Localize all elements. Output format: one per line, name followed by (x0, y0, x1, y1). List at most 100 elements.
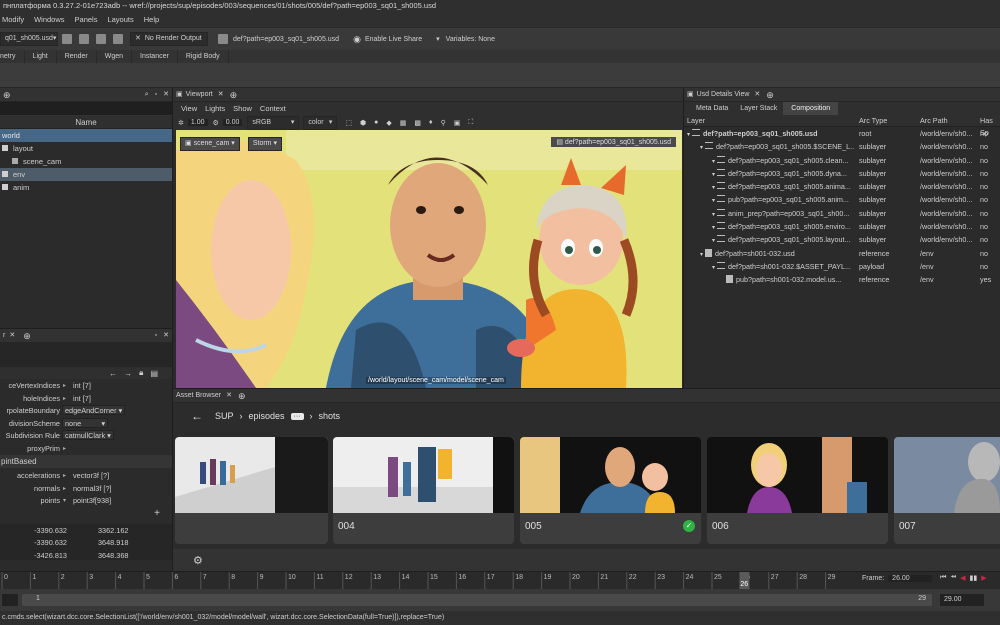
column-layer[interactable]: Layer (687, 115, 705, 127)
close-icon[interactable]: ✕ (226, 389, 232, 403)
shaded-icon[interactable]: ⬢ (360, 119, 366, 127)
new-file-icon[interactable] (62, 34, 72, 44)
column-arc-type[interactable]: Arc Type (859, 115, 887, 127)
attr-row[interactable]: rpolateBoundary edgeAndCorner ▾ (0, 405, 172, 418)
outliner-item-env[interactable]: env (0, 168, 172, 181)
snapshot-icon[interactable]: ▣ (454, 119, 461, 127)
close-icon[interactable]: ✕ (218, 88, 224, 102)
composition-row[interactable]: ▾ def?path=ep003_sq01_sh005.dyna... sublay… (684, 167, 1000, 180)
current-layer-label[interactable]: def?path=ep003_sq01_sh005.usd (233, 36, 339, 43)
composition-row[interactable]: ▾ def?path=ep003_sq01_sh005.anima... subla… (684, 180, 1000, 193)
outliner-column-name[interactable]: Name (0, 116, 172, 129)
add-panel-icon[interactable]: ⊕ (766, 88, 774, 102)
interpolate-boundary-dropdown[interactable]: edgeAndCorner ▾ (62, 405, 126, 415)
close-panel-icon[interactable]: ✕ (163, 329, 169, 343)
outliner-item-anim[interactable]: anim (0, 181, 172, 194)
menu-panels[interactable]: Panels (75, 15, 98, 24)
menu-help[interactable]: Help (144, 15, 159, 24)
subdivision-rule-dropdown[interactable]: catmullClark ▾ (62, 430, 114, 440)
tab-composition[interactable]: Composition (783, 102, 839, 115)
range-end-field[interactable]: 29.00 (940, 594, 984, 606)
colorspace-dropdown[interactable]: sRGB ▾ (247, 115, 300, 130)
composition-row[interactable]: ▾ def?path=ep003_sq01_sh005.enviro... subl… (684, 220, 1000, 233)
attr-row[interactable]: Subdivision Rule catmullClark ▾ (0, 430, 172, 443)
gamma-icon[interactable]: ⚙ (213, 119, 219, 127)
composition-row[interactable]: ▾ def?path=ep003_sq01_sh005.usd root/world… (684, 127, 1000, 140)
shot-card-007[interactable]: 007 (894, 437, 1000, 544)
section-header-pointbased[interactable]: pintBased (0, 455, 172, 468)
step-back-icon[interactable]: ⏪︎ (950, 574, 956, 582)
render-icon[interactable] (113, 34, 123, 44)
outliner-search-input[interactable] (0, 102, 172, 116)
range-slider[interactable]: 1 29 (22, 594, 932, 606)
composition-row[interactable]: ▾ pub?path=ep003_sq01_sh005.anim... sublay… (684, 193, 1000, 206)
float-icon[interactable]: ▫ (155, 329, 157, 343)
forward-arrow-icon[interactable]: → (124, 369, 132, 378)
breadcrumb-sup[interactable]: SUP (215, 411, 234, 421)
pin-icon[interactable]: ⚲ (441, 119, 446, 127)
composition-row[interactable]: ▾ anim_prep?path=ep003_sq01_sh00... sublay… (684, 207, 1000, 220)
menu-layouts[interactable]: Layouts (107, 15, 133, 24)
settings-icon[interactable]: ▤ (150, 369, 158, 378)
channel-dropdown[interactable]: color ▾ (303, 115, 338, 130)
timeline-ruler[interactable]: 0 1 2 3 4 5 6 7 8 9 10 11 12 13 14 15 16 17 18 19 20 21 22 23 24… (0, 572, 855, 590)
gamma-field[interactable]: 0.00 (222, 119, 243, 126)
add-panel-icon[interactable]: ⊕ (230, 88, 238, 102)
attr-row[interactable]: ceVertexIndices ▸ int [7] (0, 380, 172, 393)
usd-details-tab[interactable]: Usd Details View (697, 88, 750, 102)
asset-browser-tab[interactable]: Asset Browser (176, 389, 221, 403)
variables-chevron-icon[interactable]: ▾ (436, 35, 440, 43)
attr-row[interactable]: holeIndices ▸ int [7] (0, 393, 172, 406)
render-output-dropdown[interactable]: ✕ No Render Output (130, 32, 208, 46)
pause-icon[interactable]: ▮▮ (969, 574, 977, 582)
breadcrumb-ellipsis[interactable]: ··· (290, 412, 304, 420)
viewport-menu-show[interactable]: Show (233, 104, 252, 113)
smooth-icon[interactable]: ● (374, 119, 378, 126)
viewport-tab[interactable]: Viewport (186, 88, 213, 102)
attr-row[interactable]: divisionScheme none ▾ (0, 417, 172, 431)
flat-icon[interactable]: ◆ (386, 119, 391, 127)
search-icon[interactable]: ⌕ (145, 88, 149, 102)
shelf-tab-wgen[interactable]: Wgen (97, 50, 133, 63)
open-folder-icon[interactable] (79, 34, 89, 44)
float-icon[interactable]: ▫ (155, 88, 157, 102)
renderer-dropdown[interactable]: Storm ▾ (247, 137, 282, 151)
viewport-canvas[interactable]: ▣ scene_cam ▾ Storm ▾ ▤ def?path=ep003_s… (176, 130, 682, 388)
tab-meta-data[interactable]: Meta Data (690, 102, 734, 115)
column-arc-path[interactable]: Arc Path (920, 115, 948, 127)
subdivision-scheme-dropdown[interactable]: none ▾ (62, 417, 108, 428)
live-share-button[interactable]: Enable Live Share (365, 36, 422, 43)
attr-row[interactable]: accelerations ▸ vector3f [?] (0, 470, 172, 483)
close-icon[interactable]: ✕ (163, 88, 169, 102)
shot-card-005[interactable]: 005 ✓ (520, 437, 701, 544)
exposure-icon[interactable]: ✲ (178, 119, 184, 127)
shot-card-004[interactable]: 004 (333, 437, 514, 544)
play-icon[interactable]: ▶ (981, 574, 986, 582)
outliner-item-layout[interactable]: layout (0, 142, 172, 155)
composition-row[interactable]: ▾ def?path=ep003_sq01_sh005.$SCENE_L... su… (684, 140, 1000, 153)
script-status-line[interactable]: c.cmds.select(wizart.dcc.core.SelectionL… (0, 611, 1000, 625)
shelf-tab-rigid-body[interactable]: Rigid Body (178, 50, 229, 63)
play-reverse-icon[interactable]: ◀ (960, 574, 965, 582)
close-icon[interactable]: ✕ (754, 88, 760, 102)
composition-row[interactable]: ▾ def?path=sh001-032.usd reference/env no (684, 247, 1000, 260)
asset-settings-icon[interactable]: ⚙ (193, 554, 203, 567)
menu-windows[interactable]: Windows (34, 15, 64, 24)
composition-row[interactable]: ▾ def?path=sh001-032.$ASSET_PAYL... payloa… (684, 260, 1000, 273)
lock-icon[interactable]: 🔒︎ (139, 368, 143, 378)
add-element-icon[interactable]: + (0, 508, 172, 524)
shelf-tab-geometry[interactable]: netry (0, 50, 25, 63)
composition-row[interactable]: ▾ def?path=ep003_sq01_sh005.clean... subla… (684, 154, 1000, 167)
range-start-field[interactable] (2, 594, 18, 606)
menu-modify[interactable]: Modify (2, 15, 24, 24)
shelf-tab-instancer[interactable]: Instancer (132, 50, 178, 63)
jump-start-icon[interactable]: ⏮ (940, 574, 946, 582)
wireframe-icon[interactable]: ⬚ (345, 119, 352, 127)
breadcrumb-episodes[interactable]: episodes (249, 411, 285, 421)
add-panel-icon[interactable]: ⊕ (23, 329, 31, 343)
back-arrow-icon[interactable]: ← (109, 369, 117, 378)
texture-icon[interactable]: ▦ (400, 119, 407, 127)
back-arrow-icon[interactable]: ← (191, 409, 203, 423)
grid-icon[interactable]: ▩ (414, 119, 421, 127)
outliner-item-world[interactable]: world (0, 129, 172, 142)
